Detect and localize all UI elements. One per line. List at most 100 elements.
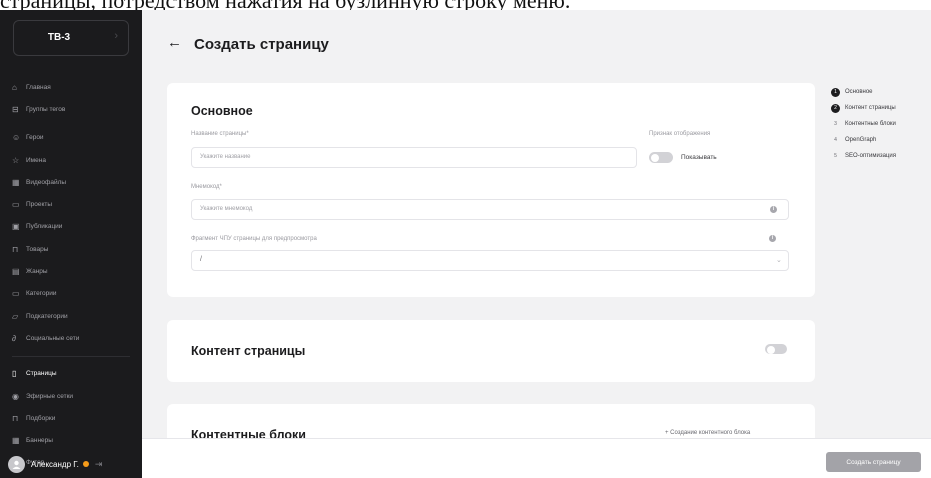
user-panel: Александр Г. ⇥ — [8, 454, 138, 474]
step-item[interactable]: 1 Основное — [831, 84, 931, 100]
chevron-right-icon: › — [114, 30, 118, 42]
visibility-toggle-label: Показывать — [681, 154, 717, 161]
sidebar-item[interactable]: ▭ Категории — [0, 283, 142, 305]
info-icon[interactable]: i — [769, 235, 776, 242]
sidebar-item-label: Герои — [26, 134, 44, 142]
sidebar-item-label: Подкатегории — [26, 312, 68, 320]
sidebar-item[interactable]: ☺ Герои — [0, 127, 142, 149]
brand-switcher[interactable]: ТВ-3 › — [13, 20, 129, 56]
page-header: ← Создать страницу — [142, 10, 931, 70]
page-icon: ▯ — [12, 369, 17, 379]
banner-icon: ▦ — [12, 436, 20, 446]
sidebar-item[interactable]: ▦ Баннеры — [0, 429, 142, 451]
document-caption: страницы, потредством нажатия на бузлинн… — [0, 0, 570, 10]
sidebar-item-label: Имена — [26, 156, 46, 164]
step-item[interactable]: 3 Контентные блоки — [831, 116, 931, 132]
page-name-label: Название страницы* — [191, 131, 249, 137]
user-icon — [12, 460, 21, 469]
broadcast-icon: ◉ — [12, 391, 19, 401]
add-content-block-button[interactable]: + Создание контентного блока — [665, 430, 750, 436]
collection-icon: ⊓ — [12, 413, 19, 423]
sidebar-item-label: Баннеры — [26, 437, 53, 445]
sidebar-item-label: Страницы — [26, 370, 57, 378]
step-item[interactable]: 5 SEO-оптимизация — [831, 148, 931, 164]
visibility-toggle[interactable] — [649, 152, 673, 163]
step-item[interactable]: 4 OpenGraph — [831, 132, 931, 148]
sidebar-item[interactable]: ∂ Социальные сети — [0, 327, 142, 349]
step-item[interactable]: 2 Контент страницы — [831, 100, 931, 116]
logout-icon[interactable]: ⇥ — [95, 459, 103, 470]
hero-icon: ☺ — [12, 133, 21, 143]
page-content-toggle[interactable] — [765, 344, 787, 354]
back-arrow-icon[interactable]: ← — [167, 34, 182, 51]
form-steps-nav: 1 Основное 2 Контент страницы 3 Контентные бл… — [831, 84, 931, 164]
user-name: Александр Г. — [31, 459, 79, 469]
step-number: 4 — [834, 137, 837, 143]
footer-bar: Создать страницу — [142, 438, 931, 478]
chevron-down-icon: ⌄ — [776, 257, 782, 264]
sidebar-item-label: Главная — [26, 83, 51, 91]
avatar[interactable] — [8, 455, 25, 473]
slug-label: Фрагмент ЧПУ страницы для предпросмотра — [191, 236, 317, 242]
sidebar-item[interactable]: ▤ Жанры — [0, 260, 142, 282]
sidebar-item[interactable]: ⌂ Главная — [0, 76, 142, 98]
main-info-card: Основное Название страницы* Укажите назв… — [167, 83, 815, 297]
sidebar-item[interactable]: ▦ Видеофайлы — [0, 171, 142, 193]
sidebar-item-label: Товары — [26, 245, 49, 253]
sidebar-item-label: Публикации — [26, 223, 63, 231]
document-caption-strip: страницы, потредством нажатия на бузлинн… — [0, 0, 931, 10]
genre-icon: ▤ — [12, 267, 20, 277]
subfolder-icon: ▱ — [12, 311, 19, 321]
code-input[interactable]: Укажите мнемокод i — [191, 199, 789, 220]
code-label: Мнемокод* — [191, 184, 222, 190]
bag-icon: ⊓ — [12, 244, 19, 254]
folder-icon: ▭ — [12, 289, 20, 299]
sidebar-item[interactable]: ⊓ Товары — [0, 238, 142, 260]
code-placeholder: Укажите мнемокод — [200, 206, 253, 212]
main-info-title: Основное — [191, 104, 253, 118]
page-content-title: Контент страницы — [191, 344, 306, 358]
sidebar-item-label: Категории — [26, 290, 57, 298]
sidebar-item-label: Группы тегов — [26, 105, 66, 113]
page-name-input[interactable]: Укажите название — [191, 147, 637, 168]
sidebar-item[interactable]: ⊟ Группы тегов — [0, 98, 142, 120]
sidebar-item[interactable]: ▯ Страницы — [0, 363, 142, 385]
step-number: 2 — [831, 103, 840, 113]
step-label: Основное — [845, 89, 873, 95]
sidebar-item-label: Жанры — [26, 268, 48, 276]
sidebar-item-label: Проекты — [26, 201, 53, 209]
step-label: Контентные блоки — [845, 121, 896, 127]
step-number: 1 — [831, 87, 840, 97]
create-page-button[interactable]: Создать страницу — [826, 452, 921, 472]
brand-name: ТВ-3 — [47, 32, 71, 43]
sidebar-item-label: Подборки — [26, 414, 56, 422]
page-content-card: Контент страницы — [167, 320, 815, 382]
sidebar-item[interactable]: ☆ Имена — [0, 149, 142, 171]
sidebar-item-label: Видеофайлы — [26, 178, 67, 186]
visibility-label: Признак отображения — [649, 131, 711, 137]
page-name-placeholder: Укажите название — [200, 154, 251, 160]
sidebar-item-label: Эфирные сетки — [26, 392, 74, 400]
sidebar-item[interactable]: ▣ Публикации — [0, 216, 142, 238]
page-title: Создать страницу — [194, 36, 329, 53]
step-label: Контент страницы — [845, 105, 896, 111]
step-number: 3 — [834, 121, 837, 127]
publication-icon: ▣ — [12, 222, 20, 232]
sidebar-item[interactable]: ◉ Эфирные сетки — [0, 385, 142, 407]
tag-group-icon: ⊟ — [12, 104, 19, 114]
step-label: SEO-оптимизация — [845, 153, 896, 159]
sidebar-item[interactable]: ▱ Подкатегории — [0, 305, 142, 327]
star-icon: ☆ — [12, 155, 20, 165]
step-number: 5 — [834, 153, 837, 159]
slug-value: / — [200, 256, 202, 263]
sidebar-item[interactable]: ⊓ Подборки — [0, 407, 142, 429]
sidebar-item-label: Социальные сети — [26, 334, 80, 342]
notification-dot-icon — [82, 461, 89, 467]
nav-divider — [12, 355, 130, 357]
info-icon[interactable]: i — [770, 206, 777, 213]
sidebar-item[interactable]: ▭ Проекты — [0, 193, 142, 215]
project-icon: ▭ — [12, 200, 20, 210]
step-label: OpenGraph — [845, 137, 877, 143]
sidebar: ТВ-3 › ⌂ Главная ⊟ Группы тегов ☺ Герои ☆ Имена… — [0, 10, 142, 478]
slug-select[interactable]: / ⌄ — [191, 250, 789, 271]
